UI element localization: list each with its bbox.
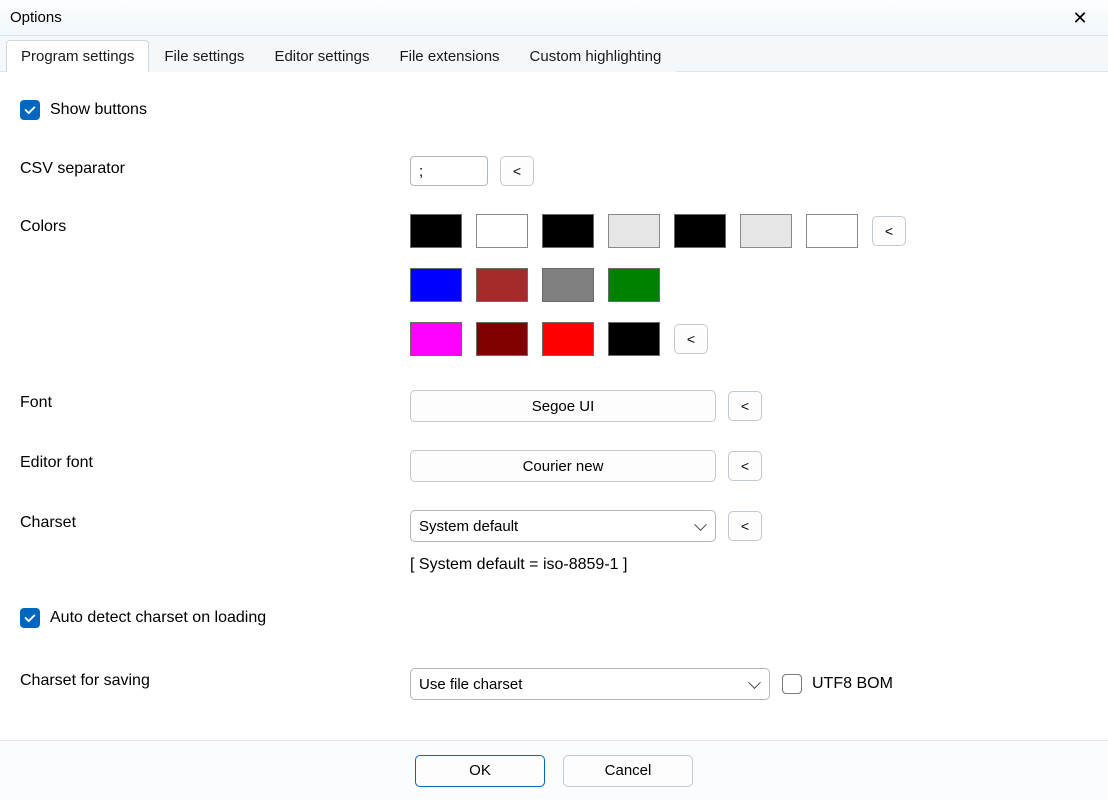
color-swatch[interactable] (608, 322, 660, 356)
color-swatch[interactable] (476, 214, 528, 248)
color-swatch[interactable] (542, 268, 594, 302)
color-swatch[interactable] (542, 322, 594, 356)
color-swatch[interactable] (608, 268, 660, 302)
charset-label: Charset (20, 510, 410, 532)
csv-separator-reset-button[interactable]: < (500, 156, 534, 186)
charset-saving-label: Charset for saving (20, 668, 410, 690)
titlebar: Options ✕ (0, 0, 1108, 36)
ok-button[interactable]: OK (415, 755, 545, 787)
font-picker-button[interactable]: Segoe UI (410, 390, 716, 422)
content-area: Show buttons CSV separator < Colors < (0, 72, 1108, 740)
show-buttons-label: Show buttons (50, 101, 147, 119)
charset-info-text: [ System default = iso-8859-1 ] (410, 556, 627, 574)
color-swatch[interactable] (674, 214, 726, 248)
color-swatch[interactable] (542, 214, 594, 248)
tab-file-settings[interactable]: File settings (149, 40, 259, 72)
color-swatch[interactable] (806, 214, 858, 248)
color-swatch[interactable] (410, 268, 462, 302)
utf8-bom-label: UTF8 BOM (812, 675, 893, 693)
colors-label: Colors (20, 214, 410, 236)
tab-program-settings[interactable]: Program settings (6, 40, 149, 72)
checkmark-icon (23, 611, 37, 625)
auto-detect-label: Auto detect charset on loading (50, 609, 266, 627)
csv-separator-input[interactable] (410, 156, 488, 186)
color-swatch[interactable] (476, 322, 528, 356)
colors-row: Colors < (20, 214, 1088, 356)
show-buttons-checkbox[interactable] (20, 100, 40, 120)
close-button[interactable]: ✕ (1060, 4, 1100, 32)
color-swatch[interactable] (410, 322, 462, 356)
charset-row: Charset System default < (20, 510, 1088, 542)
color-swatch[interactable] (410, 214, 462, 248)
charset-select[interactable]: System default (410, 510, 716, 542)
csv-separator-label: CSV separator (20, 156, 410, 178)
window-title: Options (10, 9, 62, 26)
charset-saving-select[interactable]: Use file charset (410, 668, 770, 700)
cancel-button[interactable]: Cancel (563, 755, 693, 787)
tab-editor-settings[interactable]: Editor settings (259, 40, 384, 72)
editor-font-picker-button[interactable]: Courier new (410, 450, 716, 482)
color-row-1: < (410, 214, 906, 248)
charset-info-row: [ System default = iso-8859-1 ] (20, 556, 1088, 574)
editor-font-row: Editor font Courier new < (20, 450, 1088, 482)
color-row-3: < (410, 322, 708, 356)
charset-reset-button[interactable]: < (728, 511, 762, 541)
color-row-2 (410, 268, 660, 302)
color-swatch[interactable] (608, 214, 660, 248)
auto-detect-row: Auto detect charset on loading (20, 608, 1088, 628)
csv-separator-row: CSV separator < (20, 156, 1088, 186)
tab-file-extensions[interactable]: File extensions (384, 40, 514, 72)
font-reset-button[interactable]: < (728, 391, 762, 421)
utf8-bom-checkbox[interactable] (782, 674, 802, 694)
editor-font-label: Editor font (20, 450, 410, 472)
auto-detect-checkbox[interactable] (20, 608, 40, 628)
tab-bar: Program settings File settings Editor se… (0, 36, 1108, 72)
colors-reset-button-1[interactable]: < (872, 216, 906, 246)
editor-font-reset-button[interactable]: < (728, 451, 762, 481)
charset-saving-row: Charset for saving Use file charset UTF8… (20, 668, 1088, 700)
tab-custom-highlighting[interactable]: Custom highlighting (515, 40, 677, 72)
color-swatch[interactable] (476, 268, 528, 302)
colors-reset-button-3[interactable]: < (674, 324, 708, 354)
font-row: Font Segoe UI < (20, 390, 1088, 422)
font-label: Font (20, 390, 410, 412)
checkmark-icon (23, 103, 37, 117)
show-buttons-row: Show buttons (20, 100, 1088, 120)
close-icon: ✕ (1072, 9, 1087, 27)
footer: OK Cancel (0, 740, 1108, 800)
color-swatch[interactable] (740, 214, 792, 248)
